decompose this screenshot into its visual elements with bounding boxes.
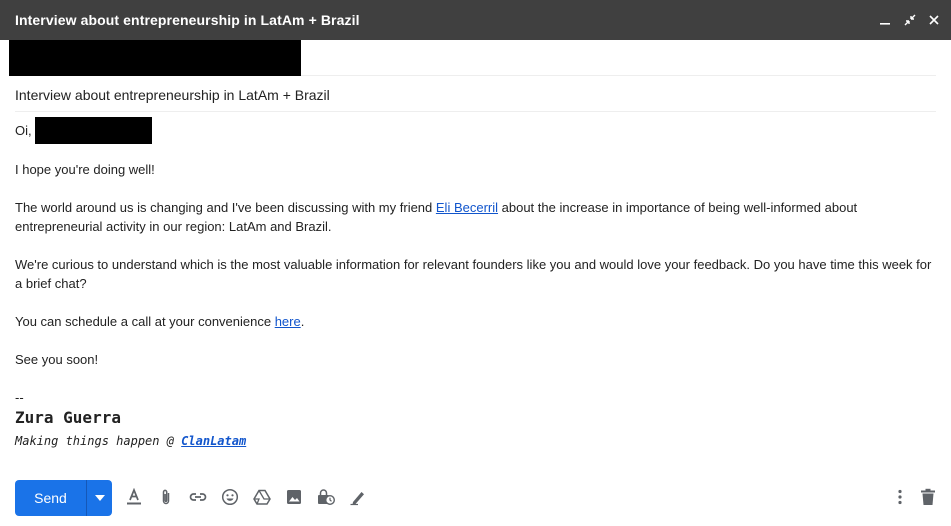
- signature-name: Zura Guerra: [15, 408, 121, 427]
- paragraph-2: The world around us is changing and I've…: [15, 198, 940, 236]
- schedule-here-link[interactable]: here: [275, 314, 301, 329]
- greeting-line: Oi,: [15, 117, 152, 145]
- paragraph-4-text-b: .: [300, 314, 305, 329]
- window-title: Interview about entrepreneurship in LatA…: [15, 12, 360, 28]
- paragraph-2-text-a: The world around us is changing and I've…: [15, 200, 436, 215]
- confidential-mode-icon[interactable]: [315, 486, 337, 508]
- subject-text: Interview about entrepreneurship in LatA…: [15, 87, 330, 103]
- paragraph-4-text-a: You can schedule a call at your convenie…: [15, 314, 275, 329]
- minimize-icon[interactable]: [877, 12, 893, 28]
- paragraph-3: We're curious to understand which is the…: [15, 257, 932, 291]
- redacted-recipient: [9, 40, 301, 76]
- chevron-down-icon: [94, 495, 105, 501]
- paragraph-1: I hope you're doing well!: [15, 162, 155, 177]
- paragraph-4: You can schedule a call at your convenie…: [15, 312, 304, 331]
- link-icon[interactable]: [187, 486, 209, 508]
- exit-fullscreen-icon[interactable]: [902, 12, 918, 28]
- drive-icon[interactable]: [251, 486, 273, 508]
- eli-becerril-link[interactable]: Eli Becerril: [436, 200, 498, 215]
- emoji-icon[interactable]: [219, 486, 241, 508]
- clanlatam-link[interactable]: ClanLatam: [181, 434, 246, 448]
- send-options-dropdown[interactable]: [87, 480, 112, 516]
- discard-icon[interactable]: [917, 486, 939, 508]
- signature-tagline: Making things happen @ ClanLatam: [15, 432, 246, 451]
- photo-icon[interactable]: [283, 486, 305, 508]
- signature-icon[interactable]: [347, 486, 369, 508]
- send-button-group: Send: [15, 480, 112, 516]
- paragraph-5: See you soon!: [15, 352, 99, 367]
- more-options-icon[interactable]: [889, 486, 911, 508]
- send-button[interactable]: Send: [15, 480, 86, 516]
- subject-field[interactable]: Interview about entrepreneurship in LatA…: [15, 76, 936, 112]
- compose-title-bar[interactable]: Interview about entrepreneurship in LatA…: [0, 0, 951, 40]
- redacted-name: [34, 117, 152, 144]
- signature-tagline-text: Making things happen @: [15, 434, 182, 448]
- recipients-field[interactable]: [9, 40, 936, 76]
- greeting-text: Oi,: [15, 122, 32, 138]
- signature-separator: --: [15, 390, 24, 405]
- close-icon[interactable]: [926, 12, 942, 28]
- compose-toolbar: Send: [0, 470, 951, 526]
- format-text-icon[interactable]: [123, 486, 145, 508]
- attach-icon[interactable]: [155, 486, 177, 508]
